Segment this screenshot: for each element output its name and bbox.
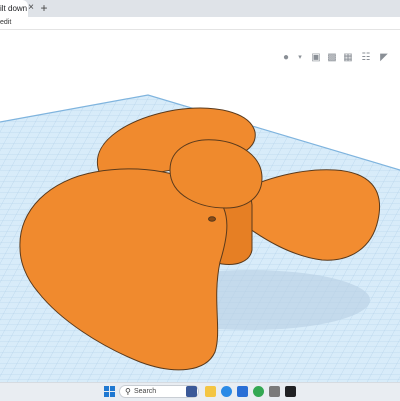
align-icon[interactable]: ☷ — [360, 52, 372, 64]
file-explorer-icon[interactable] — [205, 386, 216, 397]
tab-close-icon[interactable]: × — [26, 2, 36, 14]
store-icon[interactable] — [237, 386, 248, 397]
search-icon: ⚲ — [125, 387, 131, 396]
active-tab[interactable]: ilt down - T — [0, 0, 28, 17]
photos-icon[interactable] — [269, 386, 280, 397]
new-tab-button[interactable]: + — [38, 1, 50, 15]
group-icon[interactable]: ▩ — [326, 52, 338, 64]
ungroup-icon[interactable]: ▦ — [342, 52, 354, 64]
dropdown-caret-icon[interactable]: ▾ — [294, 52, 306, 64]
workplane-icon[interactable]: ▣ — [310, 52, 322, 64]
terminal-icon[interactable] — [285, 386, 296, 397]
search-placeholder: Search — [134, 388, 157, 395]
start-icon[interactable] — [104, 386, 116, 398]
chrome-icon[interactable] — [253, 386, 264, 397]
edge-browser-icon[interactable] — [221, 386, 232, 397]
3d-viewport[interactable] — [0, 30, 400, 382]
address-text: edit — [0, 19, 12, 26]
tab-title: ilt down - T — [0, 4, 28, 13]
browser-tab-strip: ilt down - T × + — [0, 0, 400, 17]
windows-taskbar: ⚲ Search — [0, 382, 400, 401]
design-workspace[interactable]: ● ▾ ▣ ▩ ▦ ☷ ◤ — [0, 30, 400, 382]
lightbulb-icon[interactable]: ● — [280, 52, 292, 64]
widgets-icon[interactable] — [186, 386, 197, 397]
shaft-hole — [208, 216, 216, 222]
mirror-icon[interactable]: ◤ — [378, 52, 390, 64]
address-bar[interactable]: edit — [0, 17, 400, 30]
